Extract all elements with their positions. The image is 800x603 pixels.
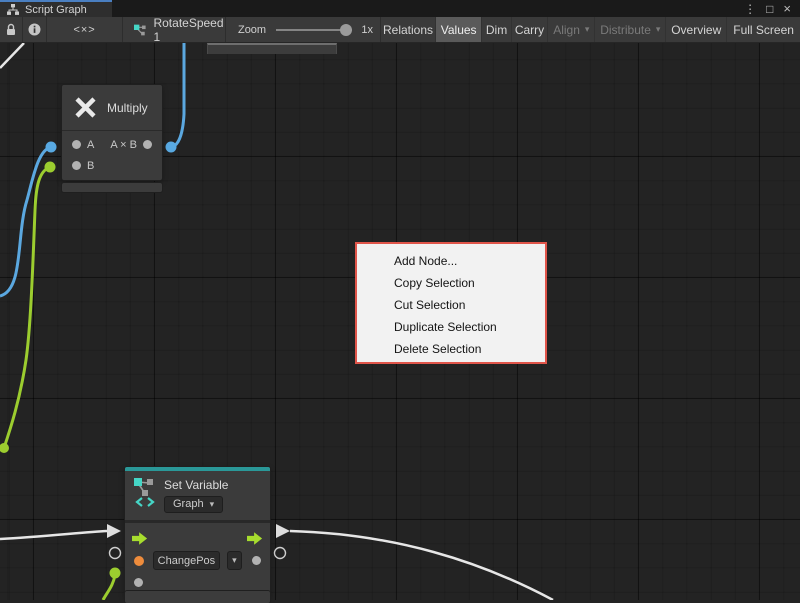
multiply-row-b: B <box>62 155 162 176</box>
node-set-variable-title: Set Variable <box>164 478 228 492</box>
input-port-a[interactable] <box>72 140 81 149</box>
toolbar-button-relations[interactable]: Relations <box>381 17 436 42</box>
zoom-slider[interactable] <box>276 29 352 31</box>
node-set-variable-header[interactable]: Set Variable Graph ▾ <box>125 471 270 523</box>
zoom-label: Zoom <box>238 24 266 36</box>
input-port-b-label: B <box>87 160 94 172</box>
graph-toolbar: <×> RotateSpeed 1 Zoom 1x Relations Valu… <box>0 17 800 43</box>
code-view-button[interactable]: <×> <box>47 17 123 42</box>
menu-item-add-node[interactable]: Add Node... <box>357 250 545 272</box>
graph-reference-button[interactable]: RotateSpeed 1 <box>123 17 226 42</box>
zoom-value: 1x <box>361 24 373 36</box>
flow-output-arrow-icon[interactable] <box>247 532 263 545</box>
set-variable-value-row: ChangePos ▾ <box>125 549 270 572</box>
toolbar-button-overview[interactable]: Overview <box>666 17 727 42</box>
lock-icon <box>5 23 17 36</box>
menu-item-duplicate-selection[interactable]: Duplicate Selection <box>357 316 545 338</box>
toolbar-button-distribute[interactable]: Distribute ▾ <box>595 17 666 42</box>
toolbar-button-distribute-label: Distribute <box>600 23 651 37</box>
node-set-variable-footer <box>125 591 270 603</box>
variable-name-dropdown-arrow[interactable]: ▾ <box>227 551 242 570</box>
script-graph-icon <box>7 4 19 15</box>
node-set-variable[interactable]: Set Variable Graph ▾ ChangePos ▾ <box>125 467 270 598</box>
chevron-down-icon: ▾ <box>210 499 215 510</box>
node-multiply-title: Multiply <box>107 101 148 115</box>
variable-output-port[interactable] <box>252 556 261 565</box>
window-maximize-icon[interactable]: □ <box>766 3 773 15</box>
graph-reference-icon <box>134 24 147 36</box>
node-multiply-header[interactable]: Multiply <box>62 85 162 131</box>
menu-item-cut-selection[interactable]: Cut Selection <box>357 294 545 316</box>
chevron-down-icon: ▾ <box>585 24 590 35</box>
chevron-down-icon: ▾ <box>232 555 237 566</box>
variable-input-port[interactable] <box>134 556 144 566</box>
input-port-a-label: A <box>87 139 94 151</box>
toolbar-button-full-screen[interactable]: Full Screen <box>727 17 800 42</box>
menu-item-delete-selection[interactable]: Delete Selection <box>357 338 545 360</box>
chevron-down-icon: ▾ <box>656 24 661 35</box>
menu-item-copy-selection[interactable]: Copy Selection <box>357 272 545 294</box>
tab-script-graph-label: Script Graph <box>25 4 87 16</box>
tab-bar: Script Graph ⋮ □ × <box>0 0 800 17</box>
multiply-row-a: A A × B <box>62 134 162 155</box>
multiply-x-icon <box>73 95 98 120</box>
toolbar-button-align-label: Align <box>553 23 580 37</box>
graph-reference-label: RotateSpeed 1 <box>153 16 225 44</box>
window-close-icon[interactable]: × <box>783 2 791 15</box>
set-variable-icon <box>134 477 156 507</box>
context-menu: Add Node... Copy Selection Cut Selection… <box>355 242 547 364</box>
flow-input-arrow-icon[interactable] <box>132 532 148 545</box>
lock-button[interactable] <box>0 17 23 42</box>
toolbar-button-values[interactable]: Values <box>436 17 482 42</box>
output-port[interactable] <box>143 140 152 149</box>
toolbar-button-dim[interactable]: Dim <box>482 17 512 42</box>
info-button[interactable] <box>23 17 48 42</box>
tab-script-graph[interactable]: Script Graph <box>0 0 112 17</box>
variable-scope-dropdown[interactable]: Graph ▾ <box>164 496 223 513</box>
node-multiply[interactable]: Multiply A A × B B <box>62 85 162 180</box>
input-port-b[interactable] <box>72 161 81 170</box>
variable-name-dropdown[interactable]: ChangePos <box>153 551 220 570</box>
clipped-node-top[interactable] <box>207 43 337 54</box>
window-controls: ⋮ □ × <box>744 0 800 17</box>
set-variable-flow-row <box>125 527 270 549</box>
output-port-label: A × B <box>110 139 137 151</box>
variable-scope-label: Graph <box>173 498 204 510</box>
window-menu-icon[interactable]: ⋮ <box>744 3 756 15</box>
set-variable-extra-row <box>125 572 270 592</box>
toolbar-button-align[interactable]: Align ▾ <box>548 17 595 42</box>
variable-name-label: ChangePos <box>158 555 216 567</box>
toolbar-button-carry[interactable]: Carry <box>512 17 548 42</box>
code-view-icon: <×> <box>73 24 95 36</box>
info-icon <box>28 23 41 36</box>
zoom-slider-handle[interactable] <box>340 24 352 36</box>
zoom-control: Zoom 1x <box>226 17 381 42</box>
node-multiply-footer <box>62 183 162 192</box>
value-input-port[interactable] <box>134 578 143 587</box>
